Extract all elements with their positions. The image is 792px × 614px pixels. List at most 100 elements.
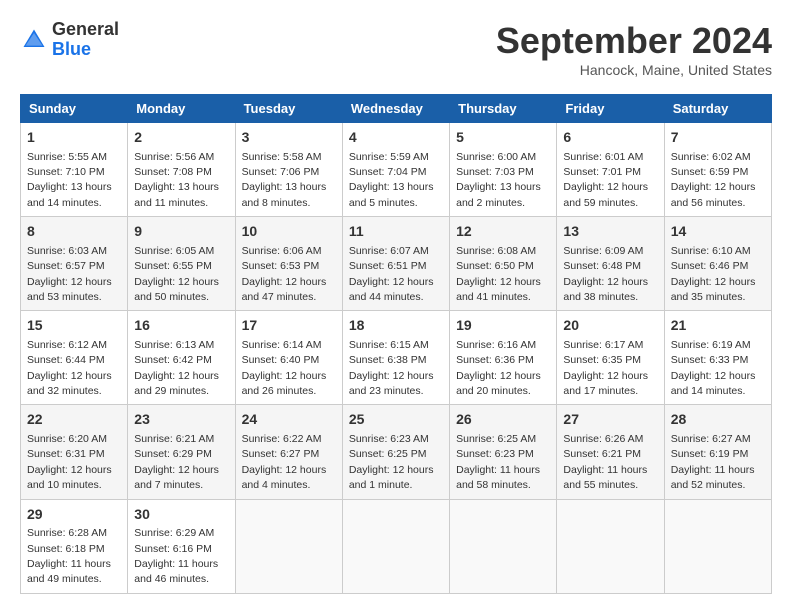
day-sunrise: Sunrise: 6:01 AM [563, 151, 643, 163]
day-cell: 5 Sunrise: 6:00 AM Sunset: 7:03 PM Dayli… [450, 123, 557, 217]
day-cell: 22 Sunrise: 6:20 AM Sunset: 6:31 PM Dayl… [21, 405, 128, 499]
day-cell: 9 Sunrise: 6:05 AM Sunset: 6:55 PM Dayli… [128, 217, 235, 311]
day-sunrise: Sunrise: 6:00 AM [456, 151, 536, 163]
day-number: 8 [27, 222, 121, 242]
day-number: 6 [563, 128, 657, 148]
month-title: September 2024 [496, 20, 772, 62]
day-number: 23 [134, 410, 228, 430]
day-number: 12 [456, 222, 550, 242]
table-row: 29 Sunrise: 6:28 AM Sunset: 6:18 PM Dayl… [21, 499, 772, 593]
day-sunset: Sunset: 7:03 PM [456, 166, 534, 178]
logo-icon [20, 26, 48, 54]
col-tuesday: Tuesday [235, 95, 342, 123]
day-cell: 6 Sunrise: 6:01 AM Sunset: 7:01 PM Dayli… [557, 123, 664, 217]
day-number: 16 [134, 316, 228, 336]
day-cell: 3 Sunrise: 5:58 AM Sunset: 7:06 PM Dayli… [235, 123, 342, 217]
col-thursday: Thursday [450, 95, 557, 123]
day-number: 26 [456, 410, 550, 430]
day-sunset: Sunset: 7:08 PM [134, 166, 212, 178]
day-cell: 25 Sunrise: 6:23 AM Sunset: 6:25 PM Dayl… [342, 405, 449, 499]
location: Hancock, Maine, United States [496, 62, 772, 78]
day-number: 19 [456, 316, 550, 336]
day-number: 2 [134, 128, 228, 148]
day-sunrise: Sunrise: 6:02 AM [671, 151, 751, 163]
logo: General Blue [20, 20, 119, 60]
day-cell: 23 Sunrise: 6:21 AM Sunset: 6:29 PM Dayl… [128, 405, 235, 499]
day-sunset: Sunset: 6:59 PM [671, 166, 749, 178]
day-cell: 2 Sunrise: 5:56 AM Sunset: 7:08 PM Dayli… [128, 123, 235, 217]
empty-cell [450, 499, 557, 593]
day-sunrise: Sunrise: 5:56 AM [134, 151, 214, 163]
day-sunset: Sunset: 7:10 PM [27, 166, 105, 178]
day-cell: 1 Sunrise: 5:55 AM Sunset: 7:10 PM Dayli… [21, 123, 128, 217]
day-cell: 27 Sunrise: 6:26 AM Sunset: 6:21 PM Dayl… [557, 405, 664, 499]
day-number: 13 [563, 222, 657, 242]
day-cell: 17 Sunrise: 6:14 AM Sunset: 6:40 PM Dayl… [235, 311, 342, 405]
day-number: 10 [242, 222, 336, 242]
day-number: 18 [349, 316, 443, 336]
table-row: 1 Sunrise: 5:55 AM Sunset: 7:10 PM Dayli… [21, 123, 772, 217]
day-cell: 19 Sunrise: 6:16 AM Sunset: 6:36 PM Dayl… [450, 311, 557, 405]
day-number: 7 [671, 128, 765, 148]
day-cell: 29 Sunrise: 6:28 AM Sunset: 6:18 PM Dayl… [21, 499, 128, 593]
day-sunrise: Sunrise: 5:55 AM [27, 151, 107, 163]
day-sunrise: Sunrise: 5:59 AM [349, 151, 429, 163]
day-number: 5 [456, 128, 550, 148]
day-number: 22 [27, 410, 121, 430]
table-row: 8 Sunrise: 6:03 AM Sunset: 6:57 PM Dayli… [21, 217, 772, 311]
day-number: 1 [27, 128, 121, 148]
day-sunset: Sunset: 7:06 PM [242, 166, 320, 178]
day-cell: 26 Sunrise: 6:25 AM Sunset: 6:23 PM Dayl… [450, 405, 557, 499]
day-cell: 12 Sunrise: 6:08 AM Sunset: 6:50 PM Dayl… [450, 217, 557, 311]
day-cell: 18 Sunrise: 6:15 AM Sunset: 6:38 PM Dayl… [342, 311, 449, 405]
day-daylight: Daylight: 13 hours and 14 minutes. [27, 181, 112, 208]
day-cell: 16 Sunrise: 6:13 AM Sunset: 6:42 PM Dayl… [128, 311, 235, 405]
empty-cell [664, 499, 771, 593]
day-number: 15 [27, 316, 121, 336]
col-friday: Friday [557, 95, 664, 123]
col-monday: Monday [128, 95, 235, 123]
empty-cell [342, 499, 449, 593]
day-number: 27 [563, 410, 657, 430]
day-sunrise: Sunrise: 5:58 AM [242, 151, 322, 163]
day-cell: 8 Sunrise: 6:03 AM Sunset: 6:57 PM Dayli… [21, 217, 128, 311]
day-cell: 30 Sunrise: 6:29 AM Sunset: 6:16 PM Dayl… [128, 499, 235, 593]
col-saturday: Saturday [664, 95, 771, 123]
day-cell: 4 Sunrise: 5:59 AM Sunset: 7:04 PM Dayli… [342, 123, 449, 217]
empty-cell [235, 499, 342, 593]
day-cell: 20 Sunrise: 6:17 AM Sunset: 6:35 PM Dayl… [557, 311, 664, 405]
day-number: 21 [671, 316, 765, 336]
day-sunset: Sunset: 7:01 PM [563, 166, 641, 178]
day-daylight: Daylight: 13 hours and 11 minutes. [134, 181, 219, 208]
empty-cell [557, 499, 664, 593]
col-wednesday: Wednesday [342, 95, 449, 123]
day-cell: 28 Sunrise: 6:27 AM Sunset: 6:19 PM Dayl… [664, 405, 771, 499]
col-sunday: Sunday [21, 95, 128, 123]
day-number: 3 [242, 128, 336, 148]
day-number: 24 [242, 410, 336, 430]
day-number: 17 [242, 316, 336, 336]
day-cell: 10 Sunrise: 6:06 AM Sunset: 6:53 PM Dayl… [235, 217, 342, 311]
day-sunset: Sunset: 7:04 PM [349, 166, 427, 178]
day-number: 20 [563, 316, 657, 336]
day-daylight: Daylight: 13 hours and 8 minutes. [242, 181, 327, 208]
logo-text: General Blue [52, 20, 119, 60]
table-row: 22 Sunrise: 6:20 AM Sunset: 6:31 PM Dayl… [21, 405, 772, 499]
day-cell: 21 Sunrise: 6:19 AM Sunset: 6:33 PM Dayl… [664, 311, 771, 405]
day-number: 30 [134, 505, 228, 525]
day-daylight: Daylight: 12 hours and 56 minutes. [671, 181, 756, 208]
day-number: 11 [349, 222, 443, 242]
day-cell: 13 Sunrise: 6:09 AM Sunset: 6:48 PM Dayl… [557, 217, 664, 311]
calendar-table: Sunday Monday Tuesday Wednesday Thursday… [20, 94, 772, 594]
day-number: 25 [349, 410, 443, 430]
day-number: 14 [671, 222, 765, 242]
page-header: General Blue September 2024 Hancock, Mai… [20, 20, 772, 78]
day-number: 28 [671, 410, 765, 430]
calendar-header-row: Sunday Monday Tuesday Wednesday Thursday… [21, 95, 772, 123]
day-cell: 15 Sunrise: 6:12 AM Sunset: 6:44 PM Dayl… [21, 311, 128, 405]
day-daylight: Daylight: 12 hours and 59 minutes. [563, 181, 648, 208]
day-number: 4 [349, 128, 443, 148]
day-number: 29 [27, 505, 121, 525]
day-cell: 7 Sunrise: 6:02 AM Sunset: 6:59 PM Dayli… [664, 123, 771, 217]
day-cell: 24 Sunrise: 6:22 AM Sunset: 6:27 PM Dayl… [235, 405, 342, 499]
